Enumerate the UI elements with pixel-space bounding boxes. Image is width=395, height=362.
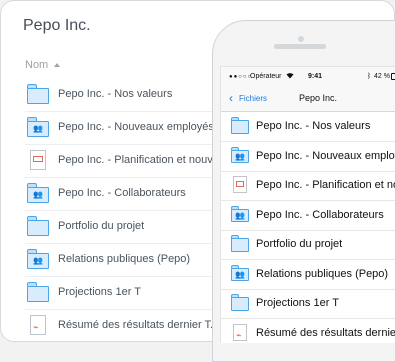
phone-screen: ●●○○○ Opérateur 9:41 ᛒ 42 % ‹ Fichiers P… bbox=[220, 66, 395, 343]
file-name: Portfolio du projet bbox=[58, 220, 145, 232]
folder-icon bbox=[231, 294, 249, 311]
file-name: Pepo Inc. - Nos valeurs bbox=[256, 120, 371, 132]
file-name: Portfolio du projet bbox=[256, 238, 343, 250]
navigation-bar: ‹ Fichiers Pepo Inc. bbox=[221, 85, 395, 112]
folder-icon bbox=[27, 216, 49, 236]
file-name: Pepo Inc. - Nos valeurs bbox=[58, 88, 173, 100]
file-row[interactable]: 👥 Pepo Inc. - Nouveaux employés bbox=[1, 112, 231, 144]
presentation-icon bbox=[231, 176, 249, 193]
phone-speaker bbox=[274, 44, 326, 49]
file-row[interactable]: 👥 Relations publiques (Pepo) bbox=[221, 260, 395, 290]
file-name: Projections 1er T bbox=[256, 297, 339, 309]
file-row[interactable]: Portfolio du projet bbox=[221, 230, 395, 260]
file-name: Relations publiques (Pepo) bbox=[256, 267, 389, 280]
file-name: Pepo Inc. - Collaborateurs bbox=[58, 187, 186, 199]
file-name: Relations publiques (Pepo) bbox=[58, 253, 191, 265]
file-row[interactable]: Pepo Inc. - Planification et nouve bbox=[221, 171, 395, 201]
shared-folder-icon: 👥 bbox=[231, 146, 249, 164]
file-name: Résumé des résultats dernier T.pdf bbox=[58, 319, 229, 331]
status-time: 9:41 bbox=[308, 73, 323, 80]
file-row[interactable]: ⌁ Résumé des résultats dernier T. bbox=[221, 319, 395, 344]
sort-ascending-icon[interactable] bbox=[54, 63, 60, 67]
file-row[interactable]: Pepo Inc. - Nos valeurs bbox=[1, 79, 231, 111]
file-row[interactable]: 👥 Pepo Inc. - Collaborateurs bbox=[221, 201, 395, 231]
presentation-icon bbox=[27, 150, 49, 170]
file-row[interactable]: 👥 Pepo Inc. - Nouveaux employés bbox=[221, 142, 395, 172]
folder-title: Pepo Inc. bbox=[23, 17, 91, 34]
shared-folder-icon: 👥 bbox=[231, 205, 249, 223]
folder-icon bbox=[231, 235, 249, 252]
folder-icon bbox=[27, 282, 49, 302]
battery-percent: 42 % bbox=[374, 73, 390, 80]
name-column-header[interactable]: Nom bbox=[25, 59, 48, 71]
folder-icon bbox=[27, 84, 49, 104]
status-bar: ●●○○○ Opérateur 9:41 ᛒ 42 % bbox=[221, 67, 395, 85]
shared-folder-icon: 👥 bbox=[27, 117, 49, 137]
battery-icon bbox=[391, 73, 395, 80]
file-name: Projections 1er T bbox=[58, 286, 141, 298]
file-name: Pepo Inc. - Planification et nouveau bbox=[58, 154, 232, 166]
file-row[interactable]: Projections 1er T bbox=[221, 289, 395, 319]
bluetooth-icon: ᛒ bbox=[367, 73, 372, 80]
file-name: Pepo Inc. - Collaborateurs bbox=[256, 208, 384, 221]
file-name: Résumé des résultats dernier T. bbox=[256, 326, 395, 339]
back-chevron-icon[interactable]: ‹ bbox=[229, 91, 233, 105]
back-button[interactable]: Fichiers bbox=[239, 94, 267, 103]
shared-folder-icon: 👥 bbox=[27, 249, 49, 269]
pdf-icon: ⌁ bbox=[231, 323, 249, 341]
file-name: Pepo Inc. - Planification et nouve bbox=[256, 179, 395, 191]
shared-folder-icon: 👥 bbox=[231, 264, 249, 282]
phone-camera bbox=[298, 36, 304, 42]
signal-dots: ●●○○○ bbox=[229, 74, 253, 80]
file-row[interactable]: Pepo Inc. - Planification et nouveau bbox=[1, 145, 231, 177]
file-row[interactable]: 👥 Relations publiques (Pepo) bbox=[1, 244, 231, 276]
file-row[interactable]: Projections 1er T bbox=[1, 277, 231, 309]
file-name: Pepo Inc. - Nouveaux employés bbox=[256, 149, 395, 162]
file-name: Pepo Inc. - Nouveaux employés bbox=[58, 121, 214, 133]
file-row[interactable]: Pepo Inc. - Nos valeurs bbox=[221, 112, 395, 142]
pdf-icon: ⌁ bbox=[27, 315, 49, 335]
file-row[interactable]: Portfolio du projet bbox=[1, 211, 231, 243]
carrier-name: Opérateur bbox=[250, 73, 282, 80]
file-row[interactable]: 👥 Pepo Inc. - Collaborateurs bbox=[1, 178, 231, 210]
shared-folder-icon: 👥 bbox=[27, 183, 49, 203]
folder-icon bbox=[231, 117, 249, 134]
wifi-icon bbox=[286, 72, 294, 81]
file-row[interactable]: ⌁ Résumé des résultats dernier T.pdf bbox=[1, 310, 231, 341]
nav-title: Pepo Inc. bbox=[299, 93, 338, 103]
